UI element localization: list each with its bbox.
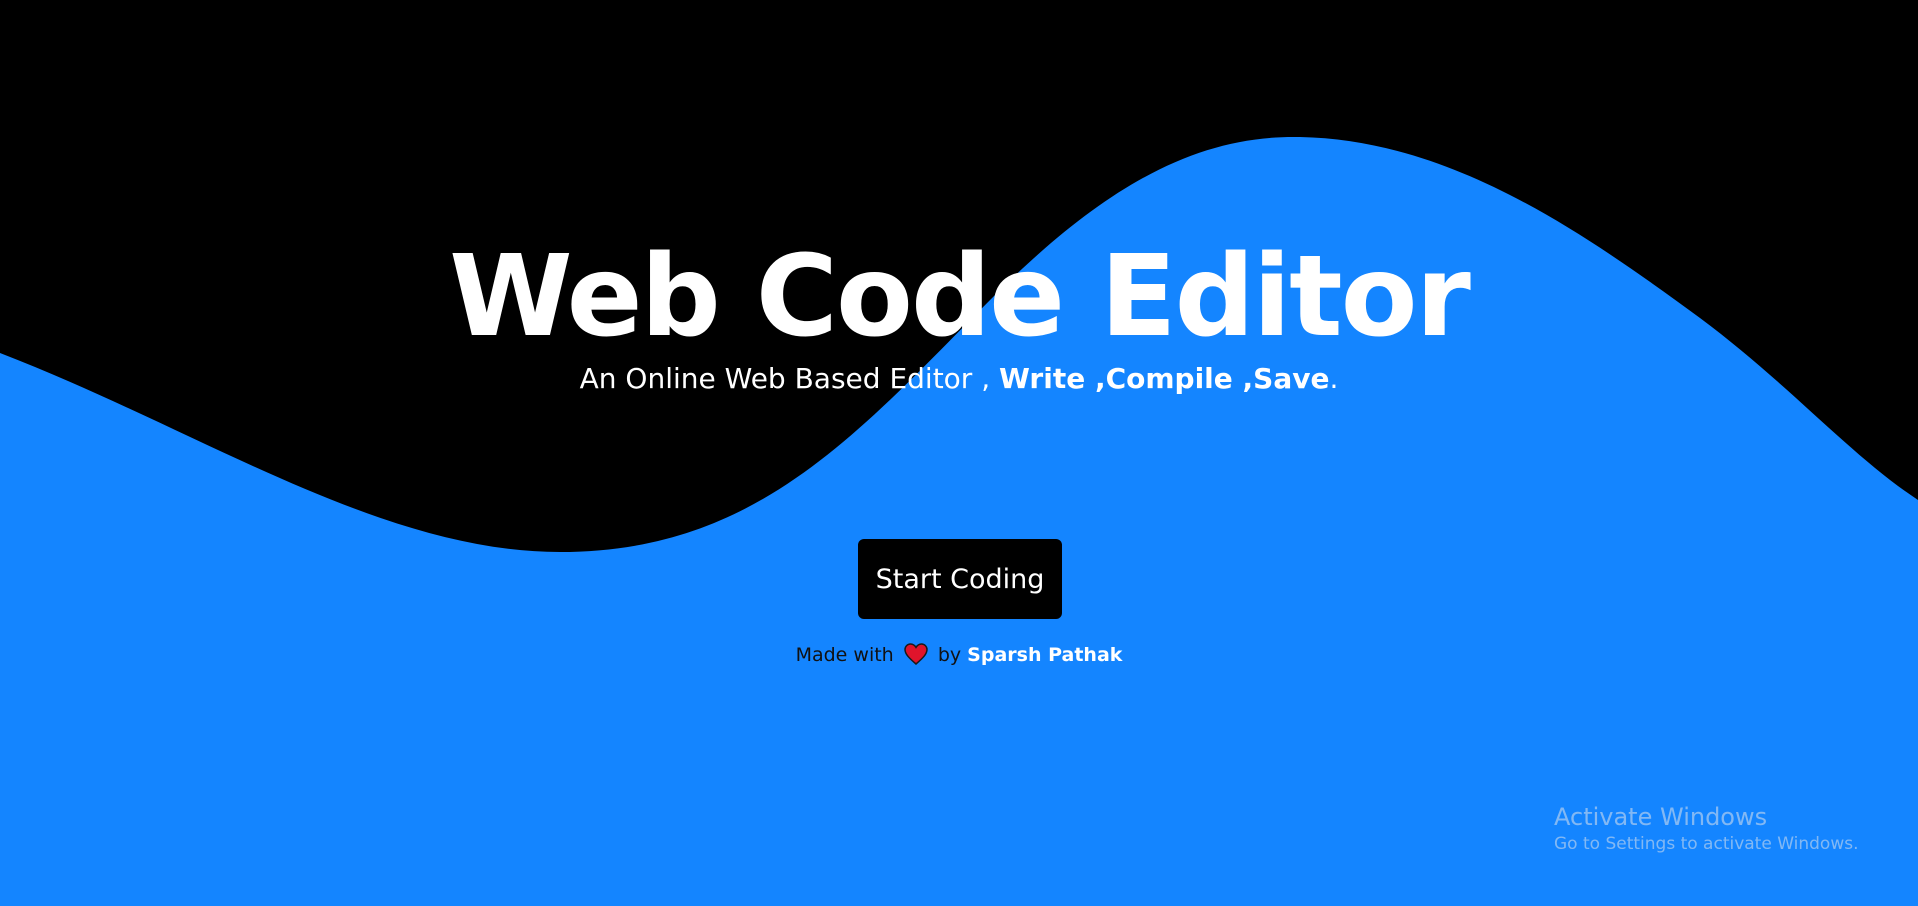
author-name: Sparsh Pathak bbox=[967, 644, 1123, 666]
landing-page: Web Code Editor An Online Web Based Edit… bbox=[0, 0, 1918, 906]
credit-line: Made with by Sparsh Pathak bbox=[0, 642, 1918, 668]
credit-prefix: Made with bbox=[795, 644, 894, 666]
watermark-subtitle: Go to Settings to activate Windows. bbox=[1554, 834, 1859, 854]
windows-activation-watermark: Activate Windows Go to Settings to activ… bbox=[1554, 802, 1859, 856]
page-title: Web Code Editor bbox=[449, 232, 1471, 362]
heart-icon bbox=[904, 643, 928, 665]
subtitle-plain: An Online Web Based Editor , bbox=[579, 362, 991, 395]
subtitle-bold: Write ,Compile ,Save bbox=[999, 362, 1330, 395]
wave-background bbox=[0, 136, 1918, 906]
subtitle-end: . bbox=[1329, 362, 1339, 395]
page-subtitle: An Online Web Based Editor , Write ,Comp… bbox=[0, 360, 1918, 398]
start-coding-button[interactable]: Start Coding bbox=[858, 539, 1062, 619]
credit-by: by bbox=[937, 644, 962, 666]
watermark-title: Activate Windows bbox=[1554, 803, 1768, 831]
